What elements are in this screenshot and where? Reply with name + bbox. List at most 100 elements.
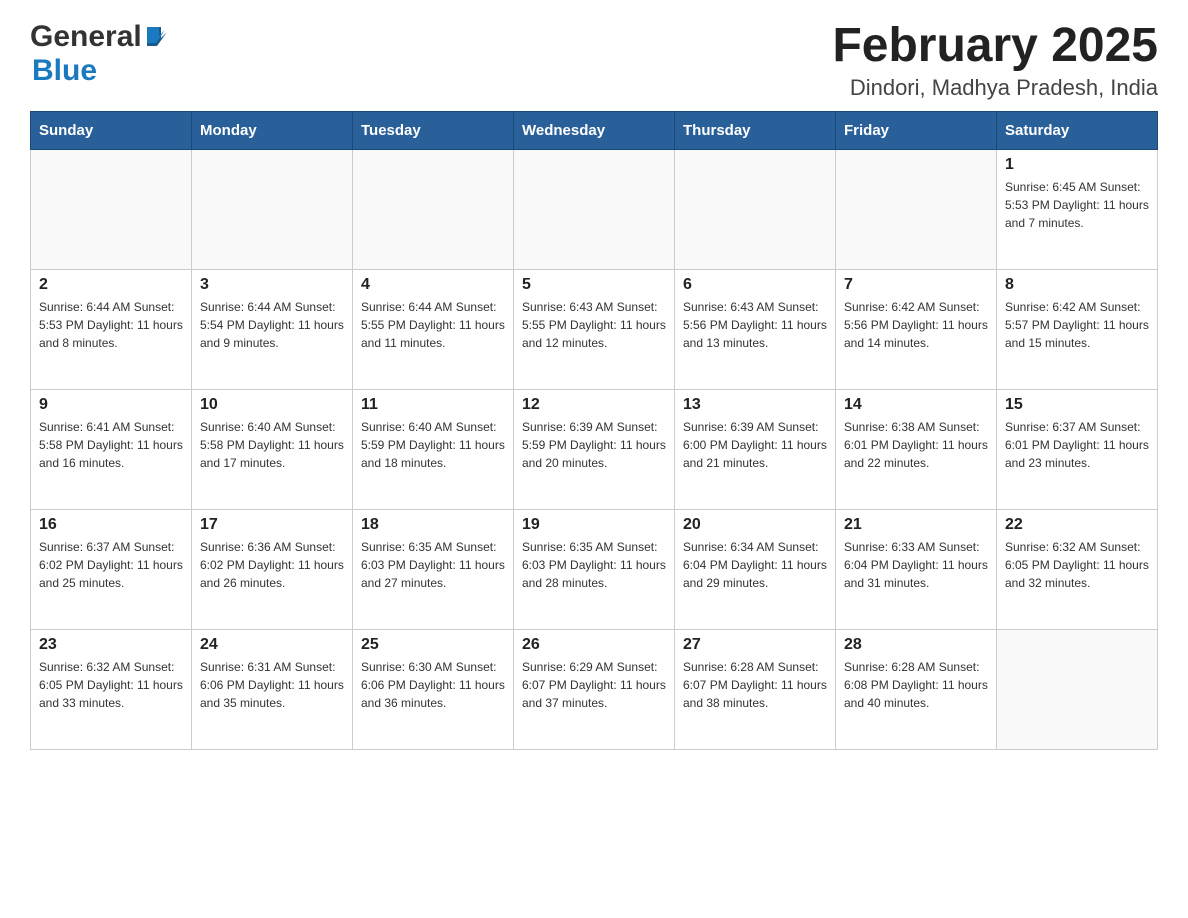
day-of-week-header: Wednesday bbox=[514, 111, 675, 149]
day-number: 1 bbox=[1005, 156, 1149, 174]
logo-arrow-icon bbox=[145, 24, 167, 51]
day-info: Sunrise: 6:28 AM Sunset: 6:08 PM Dayligh… bbox=[844, 658, 988, 712]
day-info: Sunrise: 6:39 AM Sunset: 6:00 PM Dayligh… bbox=[683, 418, 827, 472]
calendar-day-cell: 6Sunrise: 6:43 AM Sunset: 5:56 PM Daylig… bbox=[675, 269, 836, 389]
day-number: 23 bbox=[39, 636, 183, 654]
calendar-day-cell bbox=[997, 629, 1158, 749]
calendar-day-cell bbox=[31, 149, 192, 269]
day-info: Sunrise: 6:44 AM Sunset: 5:55 PM Dayligh… bbox=[361, 298, 505, 352]
day-number: 17 bbox=[200, 516, 344, 534]
calendar-day-cell: 19 Sunrise: 6:35 AM Sunset: 6:03 PM Dayli… bbox=[514, 509, 675, 629]
logo-blue-text: Blue bbox=[30, 54, 97, 87]
day-number: 5 bbox=[522, 276, 666, 294]
day-info: Sunrise: 6:35 AM Sunset: 6:03 PM Dayligh… bbox=[522, 538, 666, 592]
day-of-week-header: Friday bbox=[836, 111, 997, 149]
calendar-header-row: SundayMondayTuesdayWednesdayThursdayFrid… bbox=[31, 111, 1158, 149]
title-block: February 2025 Dindori, Madhya Pradesh, I… bbox=[832, 20, 1158, 101]
calendar-day-cell: 14 Sunrise: 6:38 AM Sunset: 6:01 PM Dayli… bbox=[836, 389, 997, 509]
day-number: 7 bbox=[844, 276, 988, 294]
day-number: 4 bbox=[361, 276, 505, 294]
day-info: Sunrise: 6:39 AM Sunset: 5:59 PM Dayligh… bbox=[522, 418, 666, 472]
calendar-day-cell: 11 Sunrise: 6:40 AM Sunset: 5:59 PM Dayli… bbox=[353, 389, 514, 509]
day-info: Sunrise: 6:42 AM Sunset: 5:56 PM Dayligh… bbox=[844, 298, 988, 352]
day-info: Sunrise: 6:30 AM Sunset: 6:06 PM Dayligh… bbox=[361, 658, 505, 712]
day-info: Sunrise: 6:43 AM Sunset: 5:55 PM Dayligh… bbox=[522, 298, 666, 352]
day-number: 24 bbox=[200, 636, 344, 654]
day-number: 12 bbox=[522, 396, 666, 414]
calendar-week-row: 2 Sunrise: 6:44 AM Sunset: 5:53 PM Daylig… bbox=[31, 269, 1158, 389]
calendar-week-row: 1 Sunrise: 6:45 AM Sunset: 5:53 PM Daylig… bbox=[31, 149, 1158, 269]
calendar-day-cell: 16 Sunrise: 6:37 AM Sunset: 6:02 PM Dayli… bbox=[31, 509, 192, 629]
day-number: 18 bbox=[361, 516, 505, 534]
calendar-day-cell: 13 Sunrise: 6:39 AM Sunset: 6:00 PM Dayli… bbox=[675, 389, 836, 509]
calendar-day-cell bbox=[836, 149, 997, 269]
calendar-day-cell: 25 Sunrise: 6:30 AM Sunset: 6:06 PM Dayli… bbox=[353, 629, 514, 749]
day-number: 9 bbox=[39, 396, 183, 414]
day-info: Sunrise: 6:42 AM Sunset: 5:57 PM Dayligh… bbox=[1005, 298, 1149, 352]
calendar-day-cell: 7 Sunrise: 6:42 AM Sunset: 5:56 PM Daylig… bbox=[836, 269, 997, 389]
day-of-week-header: Thursday bbox=[675, 111, 836, 149]
page-title: February 2025 bbox=[832, 20, 1158, 73]
calendar-day-cell bbox=[514, 149, 675, 269]
calendar-day-cell: 10Sunrise: 6:40 AM Sunset: 5:58 PM Dayli… bbox=[192, 389, 353, 509]
day-info: Sunrise: 6:40 AM Sunset: 5:59 PM Dayligh… bbox=[361, 418, 505, 472]
day-number: 19 bbox=[522, 516, 666, 534]
day-number: 14 bbox=[844, 396, 988, 414]
calendar-day-cell: 20 Sunrise: 6:34 AM Sunset: 6:04 PM Dayli… bbox=[675, 509, 836, 629]
day-of-week-header: Monday bbox=[192, 111, 353, 149]
calendar-day-cell bbox=[675, 149, 836, 269]
day-number: 22 bbox=[1005, 516, 1149, 534]
calendar-week-row: 16 Sunrise: 6:37 AM Sunset: 6:02 PM Dayli… bbox=[31, 509, 1158, 629]
calendar-day-cell: 28 Sunrise: 6:28 AM Sunset: 6:08 PM Dayli… bbox=[836, 629, 997, 749]
day-of-week-header: Tuesday bbox=[353, 111, 514, 149]
day-number: 8 bbox=[1005, 276, 1149, 294]
calendar-day-cell: 17Sunrise: 6:36 AM Sunset: 6:02 PM Dayli… bbox=[192, 509, 353, 629]
day-number: 26 bbox=[522, 636, 666, 654]
calendar-day-cell: 18Sunrise: 6:35 AM Sunset: 6:03 PM Dayli… bbox=[353, 509, 514, 629]
calendar-day-cell: 24 Sunrise: 6:31 AM Sunset: 6:06 PM Dayli… bbox=[192, 629, 353, 749]
day-info: Sunrise: 6:40 AM Sunset: 5:58 PM Dayligh… bbox=[200, 418, 344, 472]
day-number: 21 bbox=[844, 516, 988, 534]
day-number: 16 bbox=[39, 516, 183, 534]
calendar-day-cell: 1 Sunrise: 6:45 AM Sunset: 5:53 PM Daylig… bbox=[997, 149, 1158, 269]
calendar-day-cell bbox=[353, 149, 514, 269]
day-info: Sunrise: 6:31 AM Sunset: 6:06 PM Dayligh… bbox=[200, 658, 344, 712]
calendar-day-cell bbox=[192, 149, 353, 269]
logo: General Blue bbox=[30, 20, 167, 88]
day-info: Sunrise: 6:41 AM Sunset: 5:58 PM Dayligh… bbox=[39, 418, 183, 472]
day-number: 28 bbox=[844, 636, 988, 654]
day-info: Sunrise: 6:43 AM Sunset: 5:56 PM Dayligh… bbox=[683, 298, 827, 352]
calendar-day-cell: 5 Sunrise: 6:43 AM Sunset: 5:55 PM Daylig… bbox=[514, 269, 675, 389]
page-header: General Blue February 2025 Dindori, Madh… bbox=[30, 20, 1158, 101]
day-info: Sunrise: 6:34 AM Sunset: 6:04 PM Dayligh… bbox=[683, 538, 827, 592]
calendar-day-cell: 3Sunrise: 6:44 AM Sunset: 5:54 PM Daylig… bbox=[192, 269, 353, 389]
day-number: 27 bbox=[683, 636, 827, 654]
calendar-day-cell: 22 Sunrise: 6:32 AM Sunset: 6:05 PM Dayli… bbox=[997, 509, 1158, 629]
day-info: Sunrise: 6:29 AM Sunset: 6:07 PM Dayligh… bbox=[522, 658, 666, 712]
day-number: 2 bbox=[39, 276, 183, 294]
day-info: Sunrise: 6:37 AM Sunset: 6:01 PM Dayligh… bbox=[1005, 418, 1149, 472]
calendar-day-cell: 21 Sunrise: 6:33 AM Sunset: 6:04 PM Dayli… bbox=[836, 509, 997, 629]
day-info: Sunrise: 6:32 AM Sunset: 6:05 PM Dayligh… bbox=[39, 658, 183, 712]
day-info: Sunrise: 6:33 AM Sunset: 6:04 PM Dayligh… bbox=[844, 538, 988, 592]
calendar-day-cell: 4 Sunrise: 6:44 AM Sunset: 5:55 PM Daylig… bbox=[353, 269, 514, 389]
calendar-day-cell: 15Sunrise: 6:37 AM Sunset: 6:01 PM Dayli… bbox=[997, 389, 1158, 509]
day-info: Sunrise: 6:28 AM Sunset: 6:07 PM Dayligh… bbox=[683, 658, 827, 712]
day-info: Sunrise: 6:38 AM Sunset: 6:01 PM Dayligh… bbox=[844, 418, 988, 472]
calendar-day-cell: 12 Sunrise: 6:39 AM Sunset: 5:59 PM Dayli… bbox=[514, 389, 675, 509]
calendar-table: SundayMondayTuesdayWednesdayThursdayFrid… bbox=[30, 111, 1158, 750]
day-info: Sunrise: 6:45 AM Sunset: 5:53 PM Dayligh… bbox=[1005, 178, 1149, 232]
day-number: 3 bbox=[200, 276, 344, 294]
calendar-day-cell: 26 Sunrise: 6:29 AM Sunset: 6:07 PM Dayli… bbox=[514, 629, 675, 749]
day-info: Sunrise: 6:44 AM Sunset: 5:53 PM Dayligh… bbox=[39, 298, 183, 352]
day-number: 25 bbox=[361, 636, 505, 654]
calendar-week-row: 9 Sunrise: 6:41 AM Sunset: 5:58 PM Daylig… bbox=[31, 389, 1158, 509]
day-number: 11 bbox=[361, 396, 505, 414]
calendar-day-cell: 27 Sunrise: 6:28 AM Sunset: 6:07 PM Dayli… bbox=[675, 629, 836, 749]
day-info: Sunrise: 6:32 AM Sunset: 6:05 PM Dayligh… bbox=[1005, 538, 1149, 592]
day-info: Sunrise: 6:37 AM Sunset: 6:02 PM Dayligh… bbox=[39, 538, 183, 592]
day-of-week-header: Saturday bbox=[997, 111, 1158, 149]
day-number: 13 bbox=[683, 396, 827, 414]
day-number: 20 bbox=[683, 516, 827, 534]
logo-general-text: General bbox=[30, 20, 142, 54]
